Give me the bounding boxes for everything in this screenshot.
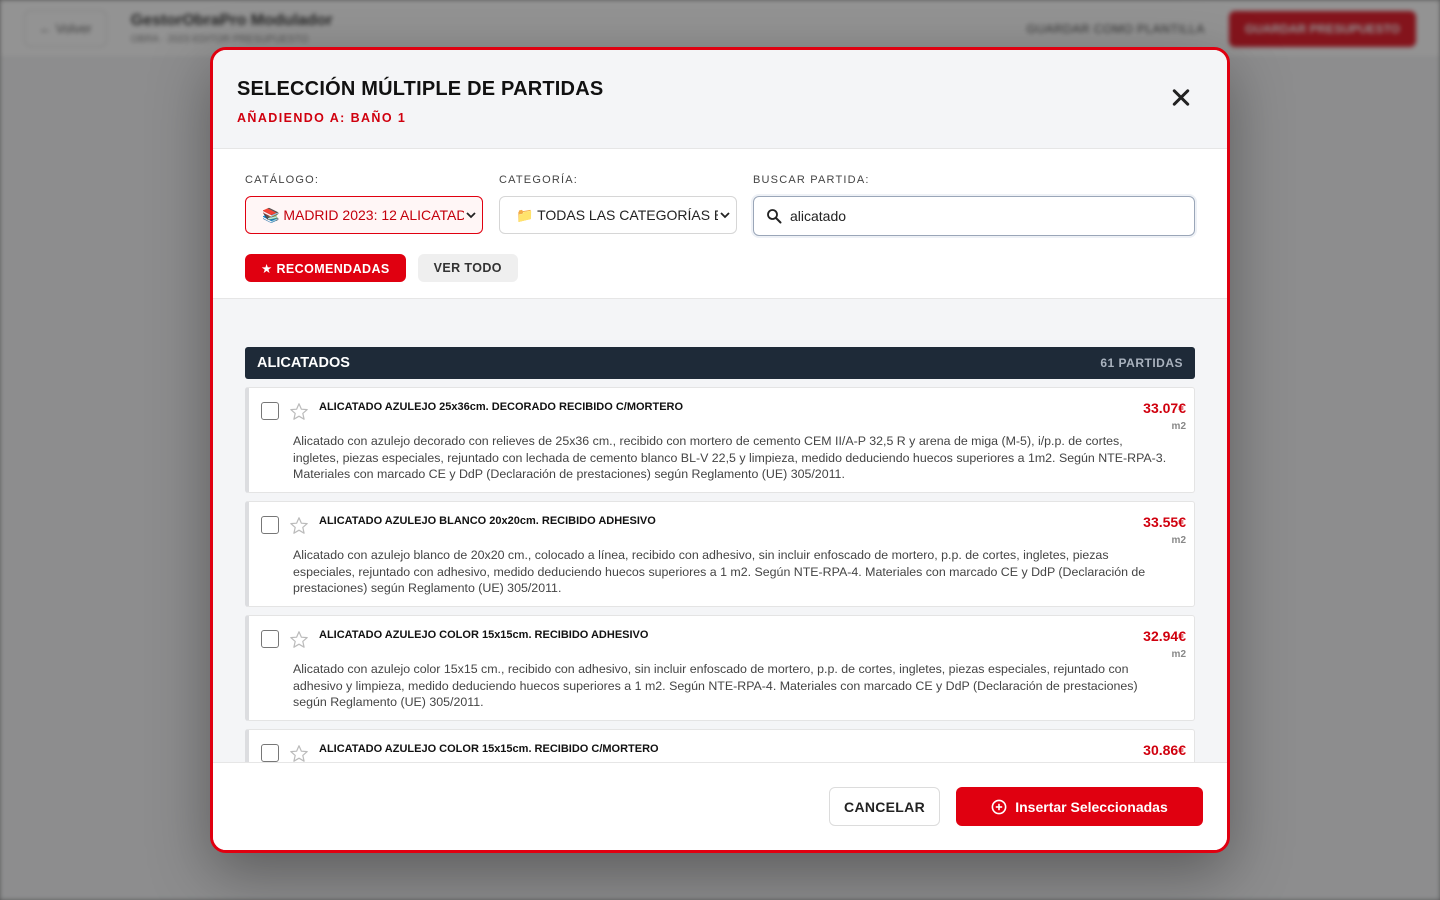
item-checkbox[interactable] xyxy=(261,402,279,420)
insert-selected-button[interactable]: Insertar Seleccionadas xyxy=(956,787,1203,826)
insert-selected-label: Insertar Seleccionadas xyxy=(1015,798,1168,815)
item-price-box: 32.94€ m2 xyxy=(1143,628,1186,660)
search-icon xyxy=(767,209,782,224)
catalog-group: CATÁLOGO: 📚 MADRID 2023: 12 ALICATADOS xyxy=(245,174,483,236)
list-item[interactable]: ALICATADO AZULEJO COLOR 15x15cm. RECIBID… xyxy=(245,729,1195,762)
modal-subtitle: AÑADIENDO A: BAÑO 1 xyxy=(237,111,407,125)
filters-panel: CATÁLOGO: 📚 MADRID 2023: 12 ALICATADOS C… xyxy=(213,149,1227,299)
category-name: ALICATADOS xyxy=(257,355,350,371)
search-input[interactable] xyxy=(790,208,1182,224)
chevron-down-icon xyxy=(466,212,476,219)
list-item[interactable]: ALICATADO AZULEJO COLOR 15x15cm. RECIBID… xyxy=(245,615,1195,721)
category-count: 61 PARTIDAS xyxy=(1100,356,1183,370)
item-unit: m2 xyxy=(1171,649,1186,660)
item-checkbox[interactable] xyxy=(261,744,279,762)
modal-footer: CANCELAR Insertar Seleccionadas xyxy=(213,762,1227,850)
item-price-box: 33.07€ m2 xyxy=(1143,400,1186,432)
catalog-select[interactable]: 📚 MADRID 2023: 12 ALICATADOS xyxy=(245,196,483,234)
item-checkbox[interactable] xyxy=(261,630,279,648)
list-item[interactable]: ALICATADO AZULEJO BLANCO 20x20cm. RECIBI… xyxy=(245,501,1195,607)
category-select[interactable]: 📁 TODAS LAS CATEGORÍAS EN EL CATÁLOGO xyxy=(499,196,737,234)
item-name: ALICATADO AZULEJO BLANCO 20x20cm. RECIBI… xyxy=(319,515,656,527)
star-icon[interactable] xyxy=(289,402,309,422)
item-price: 30.86€ xyxy=(1143,742,1186,758)
close-icon[interactable] xyxy=(1167,84,1195,112)
search-label: BUSCAR PARTIDA: xyxy=(753,174,870,186)
item-price-box: 30.86€ m2 xyxy=(1143,742,1186,762)
item-description: Alicatado con azulejo decorado con relie… xyxy=(293,434,1167,482)
item-price-box: 33.55€ m2 xyxy=(1143,514,1186,546)
recommended-button[interactable]: ★ RECOMENDADAS xyxy=(245,254,406,282)
modal-header: SELECCIÓN MÚLTIPLE DE PARTIDAS AÑADIENDO… xyxy=(213,50,1227,149)
item-price: 33.07€ xyxy=(1143,400,1186,416)
item-name: ALICATADO AZULEJO 25x36cm. DECORADO RECI… xyxy=(319,401,684,413)
search-group: BUSCAR PARTIDA: xyxy=(753,174,1195,236)
category-select-value: 📁 TODAS LAS CATEGORÍAS EN EL CATÁLOGO xyxy=(516,206,718,223)
cancel-button[interactable]: CANCELAR xyxy=(829,787,940,826)
multi-select-modal: SELECCIÓN MÚLTIPLE DE PARTIDAS AÑADIENDO… xyxy=(210,47,1230,853)
star-icon[interactable] xyxy=(289,630,309,650)
category-header[interactable]: ALICATADOS 61 PARTIDAS xyxy=(245,347,1195,379)
item-description: Alicatado con azulejo blanco de 20x20 cm… xyxy=(293,548,1146,596)
item-unit: m2 xyxy=(1171,421,1186,432)
category-group: CATEGORÍA: 📁 TODAS LAS CATEGORÍAS EN EL … xyxy=(499,174,737,236)
search-box[interactable] xyxy=(753,196,1195,236)
item-description: Alicatado con azulejo color 15x15 cm., r… xyxy=(293,662,1138,710)
category-label: CATEGORÍA: xyxy=(499,174,579,186)
item-price: 33.55€ xyxy=(1143,514,1186,530)
item-price: 32.94€ xyxy=(1143,628,1186,644)
item-name: ALICATADO AZULEJO COLOR 15x15cm. RECIBID… xyxy=(319,629,649,641)
item-unit: m2 xyxy=(1171,535,1186,546)
modal-title: SELECCIÓN MÚLTIPLE DE PARTIDAS xyxy=(237,78,604,100)
catalog-select-value: 📚 MADRID 2023: 12 ALICATADOS xyxy=(262,206,464,223)
list-item[interactable]: ALICATADO AZULEJO 25x36cm. DECORADO RECI… xyxy=(245,387,1195,493)
items-list[interactable]: ALICATADOS 61 PARTIDAS ALICATADO AZULEJO… xyxy=(213,299,1227,762)
plus-circle-icon xyxy=(991,799,1007,814)
star-icon[interactable] xyxy=(289,744,309,762)
star-icon[interactable] xyxy=(289,516,309,536)
catalog-label: CATÁLOGO: xyxy=(245,174,320,186)
chevron-down-icon xyxy=(720,212,730,219)
item-name: ALICATADO AZULEJO COLOR 15x15cm. RECIBID… xyxy=(319,743,659,755)
item-checkbox[interactable] xyxy=(261,516,279,534)
view-all-button[interactable]: VER TODO xyxy=(417,254,518,282)
